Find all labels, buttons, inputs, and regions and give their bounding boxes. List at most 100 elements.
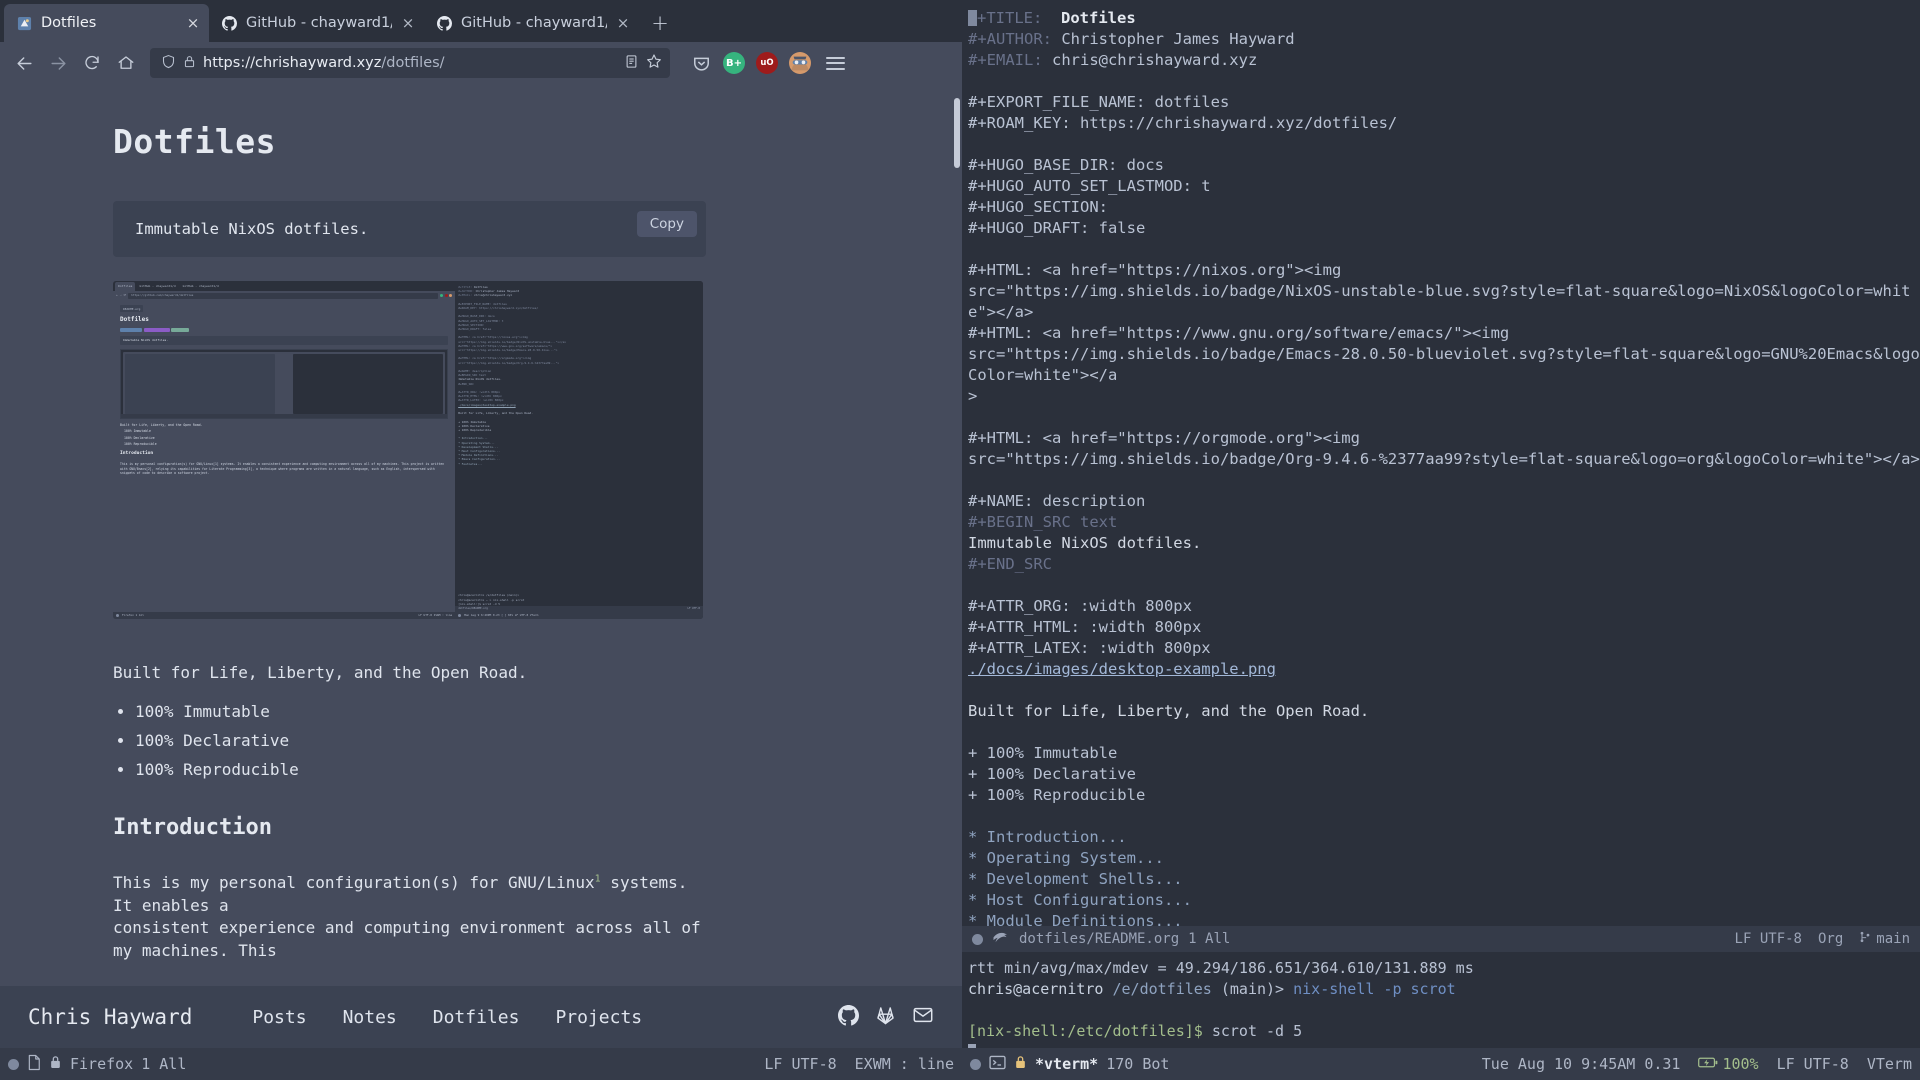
- forward-arrow-icon[interactable]: [42, 47, 74, 79]
- page-scrollbar[interactable]: [952, 84, 962, 1080]
- org-mode-icon: [992, 930, 1010, 948]
- vterm-shell-prompt: [nix-shell:/etc/dotfiles]$: [968, 1022, 1203, 1040]
- vterm-user: chris@acernitro: [968, 980, 1104, 998]
- account-avatar-icon[interactable]: [789, 52, 811, 74]
- page-tagline: Built for Life, Liberty, and the Open Ro…: [113, 663, 528, 682]
- nested-modeline-buffer: dotfiles/README.org: [458, 607, 488, 611]
- footer-link-dotfiles[interactable]: Dotfiles: [433, 1007, 520, 1028]
- browser-tab-0[interactable]: Dotfiles ×: [4, 4, 209, 42]
- statusbar-left-position: 1 All: [141, 1055, 187, 1073]
- statusbar-datetime: Tue Aug 10 9:45AM 0.31: [1481, 1055, 1681, 1073]
- back-arrow-icon[interactable]: [8, 47, 40, 79]
- vterm-path: /e/dotfiles: [1112, 980, 1212, 998]
- vterm-branch: (main)>: [1220, 980, 1285, 998]
- org-line: [962, 470, 1920, 491]
- modeline-vc: main: [1859, 930, 1910, 948]
- firefox-window: Dotfiles × GitHub - chayward1/dotfi × Gi…: [0, 0, 962, 1080]
- footer-link-posts[interactable]: Posts: [252, 1007, 306, 1028]
- browser-tab-0-close-icon[interactable]: ×: [185, 15, 201, 31]
- browser-tab-2[interactable]: GitHub - chayward1/dotfi ×: [424, 4, 639, 42]
- browser-tab-2-close-icon[interactable]: ×: [615, 15, 631, 31]
- nested-back-icon: ←: [116, 293, 118, 298]
- browser-tab-1-title: GitHub - chayward1/dotfi: [246, 15, 392, 31]
- lock-icon[interactable]: [183, 54, 196, 73]
- new-tab-button[interactable]: +: [643, 6, 677, 40]
- modeline-major-mode: Org: [1817, 931, 1844, 947]
- mail-icon[interactable]: [912, 1004, 934, 1030]
- browser-tab-1-close-icon[interactable]: ×: [400, 15, 416, 31]
- org-line: ./docs/images/desktop-example.png: [962, 659, 1920, 680]
- vterm-shell-command: scrot -d 5: [1202, 1022, 1303, 1040]
- footer-link-projects[interactable]: Projects: [555, 1007, 642, 1028]
- nested-statusbar-left-text: Firefox 1 All: [122, 613, 144, 618]
- home-icon[interactable]: [110, 47, 142, 79]
- org-title-value: Dotfiles: [1051, 9, 1136, 27]
- modeline-encoding: LF UTF-8: [1734, 931, 1802, 947]
- nested-tab-0: Dotfiles: [115, 282, 136, 291]
- nested-emacs: #+TITLE: Dotfiles #+AUTHOR: Christopher …: [455, 281, 703, 619]
- browser-tab-1[interactable]: GitHub - chayward1/dotfi ×: [209, 4, 424, 42]
- org-line: + 100% Declarative: [968, 765, 1136, 783]
- nested-extensions: [440, 294, 453, 297]
- file-icon: [27, 1054, 41, 1075]
- copy-button[interactable]: Copy: [636, 211, 697, 237]
- url-text[interactable]: https://chrishayward.xyz/dotfiles/: [203, 55, 617, 71]
- nested-page: README.org Dotfiles Immutable NixOS dotf…: [113, 300, 455, 481]
- lock-icon: [49, 1054, 62, 1074]
- circle-icon: [8, 1058, 19, 1070]
- feature-item: 100% Immutable: [135, 702, 760, 721]
- org-buffer[interactable]: +TITLE: Dotfiles #+AUTHOR: Christopher J…: [962, 0, 1920, 926]
- nested-tab-bar: Dotfiles GitHub - chayward1/d GitHub - c…: [113, 281, 456, 291]
- org-line: [962, 806, 1920, 827]
- nested-statusbar-mid-text: LF UTF-8 ISWM : line: [418, 613, 453, 618]
- nested-firefox: Dotfiles GitHub - chayward1/d GitHub - c…: [113, 281, 456, 619]
- url-bar[interactable]: https://chrishayward.xyz/dotfiles/: [150, 48, 670, 78]
- description-text: Immutable NixOS dotfiles.: [135, 220, 369, 238]
- browser-menu-icon[interactable]: [826, 56, 845, 70]
- desktop-example-image: Dotfiles GitHub - chayward1/d GitHub - c…: [113, 281, 703, 619]
- org-line: #+ATTR_ORG: :width 800px: [968, 597, 1192, 615]
- section-heading-introduction: Introduction: [113, 815, 272, 840]
- dotfiles-favicon-icon: [16, 15, 33, 32]
- org-line: #+END_SRC: [968, 555, 1052, 573]
- github-icon[interactable]: [838, 1004, 859, 1030]
- site-brand[interactable]: Chris Hayward: [28, 1005, 192, 1029]
- org-line: #+HTML: <a href="https://www.gnu.org/sof…: [968, 324, 1510, 342]
- circle-icon: [972, 933, 983, 945]
- battery-charging-icon: [1698, 1055, 1718, 1073]
- bitwarden-icon[interactable]: B+: [723, 52, 745, 74]
- site-footer: Chris Hayward Posts Notes Dotfiles Proje…: [0, 986, 962, 1048]
- nested-feature-0: 100% Immutable: [124, 429, 151, 434]
- org-line: src="https://img.shields.io/badge/NixOS-…: [968, 282, 1911, 321]
- battery-status: 100%: [1698, 1055, 1759, 1073]
- gitlab-icon[interactable]: [875, 1005, 896, 1030]
- statusbar-left-buffer: Firefox: [70, 1055, 134, 1073]
- org-headline: * Operating System...: [968, 849, 1164, 867]
- browser-tab-bar: Dotfiles × GitHub - chayward1/dotfi × Gi…: [0, 0, 962, 42]
- org-line: [962, 134, 1920, 155]
- org-line: [962, 71, 1920, 92]
- footer-link-notes[interactable]: Notes: [343, 1007, 397, 1028]
- page-viewport: Dotfiles Immutable NixOS dotfiles. Copy …: [0, 84, 962, 1080]
- nested-forward-icon: →: [119, 293, 122, 298]
- org-line: #+HUGO_DRAFT: false: [968, 219, 1146, 237]
- nested-feature-2: 100% Reproducible: [124, 441, 157, 446]
- bookmark-star-icon[interactable]: [646, 53, 662, 73]
- vterm-line-rtt: rtt min/avg/max/mdev = 49.294/186.651/36…: [968, 959, 1474, 977]
- reader-mode-icon[interactable]: [624, 54, 639, 73]
- browser-extensions: B+ uO: [690, 52, 845, 74]
- github-favicon-icon: [221, 15, 238, 32]
- org-image-link[interactable]: ./docs/images/desktop-example.png: [968, 660, 1276, 678]
- emacs-modeline: dotfiles/README.org 1 All LF UTF-8 Org m…: [962, 926, 1920, 952]
- org-headline: * Module Definitions...: [968, 912, 1183, 926]
- shield-icon[interactable]: [161, 54, 176, 73]
- pocket-icon[interactable]: [690, 52, 712, 74]
- nested-title: Dotfiles: [120, 316, 149, 324]
- ublock-origin-icon[interactable]: uO: [756, 52, 778, 74]
- desktop-example-image-wrap: Dotfiles GitHub - chayward1/d GitHub - c…: [113, 281, 703, 619]
- modeline-right: LF UTF-8 Org main: [1735, 930, 1910, 948]
- org-headline: * Introduction...: [968, 828, 1127, 846]
- statusbar-left: Firefox 1 All LF UTF-8 EXWM : line: [0, 1048, 962, 1080]
- reload-icon[interactable]: [76, 47, 108, 79]
- org-line: #+NAME: description: [968, 492, 1146, 510]
